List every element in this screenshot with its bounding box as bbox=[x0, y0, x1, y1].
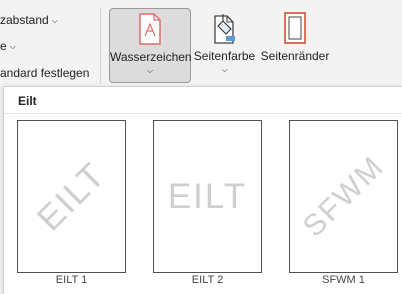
set-default-button[interactable]: andard festlegen bbox=[0, 66, 89, 80]
watermark-thumbnail-eilt-2[interactable]: EILT bbox=[153, 120, 262, 273]
watermark-button[interactable]: Wasserzeichen ⌵ bbox=[109, 8, 192, 83]
thumbnail-caption: EILT 2 bbox=[191, 274, 224, 286]
chevron-down-icon: ⌵ bbox=[51, 16, 58, 25]
page-color-label: Seitenfarbe bbox=[193, 49, 256, 63]
watermark-preview-text: SFWM bbox=[296, 149, 391, 244]
section-divider bbox=[4, 113, 402, 114]
watermark-icon bbox=[139, 13, 161, 45]
chevron-down-icon: ⌵ bbox=[146, 66, 154, 75]
watermark-thumbnail-sfwm-1[interactable]: SFWM bbox=[289, 120, 398, 273]
watermark-preview-text: EILT bbox=[29, 154, 113, 238]
chevron-down-icon: ⌵ bbox=[9, 42, 16, 51]
ribbon: zabstand ⌵ e ⌵ andard festlegen Wasserzeic… bbox=[0, 0, 402, 86]
chevron-down-icon: ⌵ bbox=[221, 65, 228, 74]
small-dropdown[interactable]: e ⌵ bbox=[0, 39, 16, 53]
spacing-dropdown[interactable]: zabstand ⌵ bbox=[0, 13, 58, 27]
watermark-gallery: Eilt EILT EILT 1 EILT EILT 2 SFWM SFWM 1 bbox=[3, 86, 402, 294]
ribbon-separator bbox=[100, 8, 101, 84]
watermark-label: Wasserzeichen bbox=[110, 50, 192, 64]
watermark-preview-text: EILT bbox=[167, 176, 248, 216]
page-color-icon bbox=[213, 14, 235, 44]
page-color-button[interactable]: Seitenfarbe ⌵ bbox=[193, 8, 256, 83]
thumbnail-caption: SFWM 1 bbox=[322, 274, 365, 286]
watermark-thumbnail-eilt-1[interactable]: EILT bbox=[17, 120, 126, 273]
page-borders-label: Seitenränder bbox=[260, 49, 330, 63]
page-borders-button[interactable]: Seitenränder bbox=[259, 8, 331, 83]
set-default-label: andard festlegen bbox=[0, 66, 90, 80]
page-borders-icon bbox=[284, 12, 306, 44]
section-title: Eilt bbox=[18, 94, 37, 108]
spacing-label: zabstand bbox=[0, 13, 49, 27]
small-label: e bbox=[0, 39, 7, 53]
thumbnail-caption: EILT 1 bbox=[55, 274, 88, 286]
